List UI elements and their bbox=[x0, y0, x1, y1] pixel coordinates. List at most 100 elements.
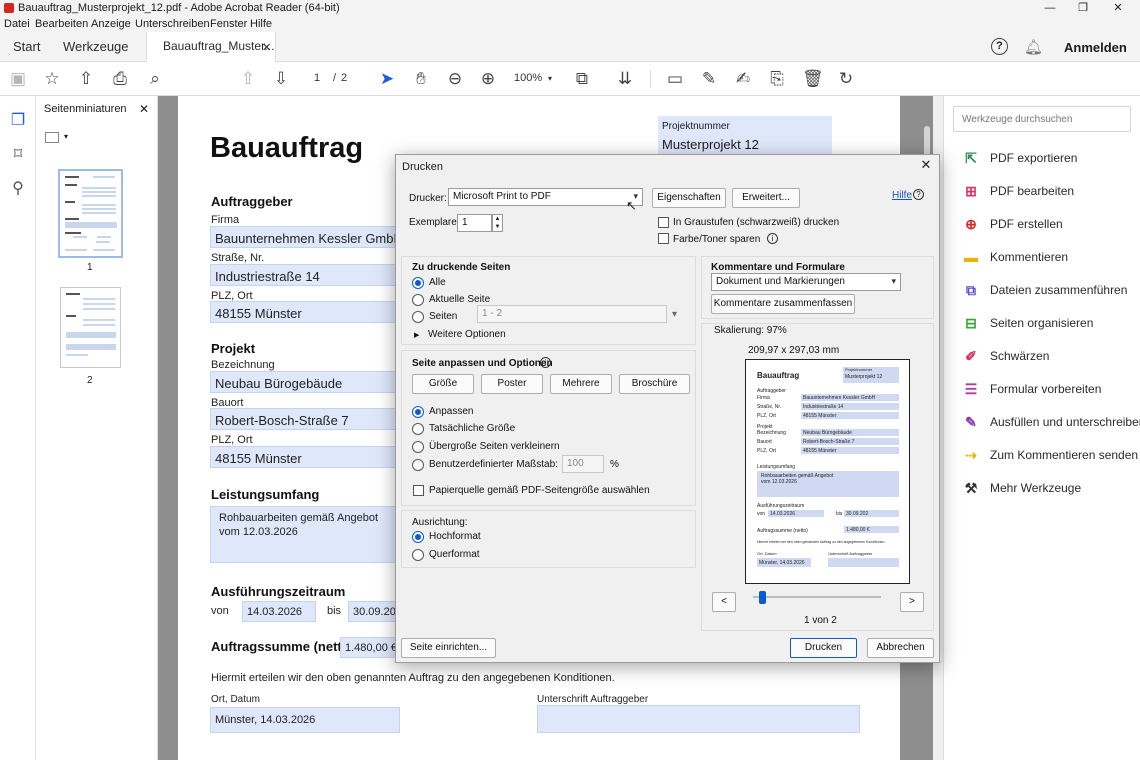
custom-scale-input[interactable]: 100 bbox=[562, 455, 604, 473]
expand-triangle-icon[interactable]: ▶ bbox=[414, 331, 419, 339]
hand-icon[interactable]: ✋︎ bbox=[411, 69, 431, 89]
radio-fit[interactable] bbox=[412, 406, 424, 418]
tool-schwaerzen[interactable]: ✐ Schwärzen bbox=[962, 346, 1140, 368]
delete-icon[interactable]: 🗑︎ bbox=[802, 69, 824, 89]
next-page-icon[interactable]: ⇩ bbox=[271, 69, 291, 89]
poster-button[interactable]: Poster bbox=[481, 374, 543, 394]
tool-formular-vorbereiten[interactable]: ☰ Formular vorbereiten bbox=[962, 379, 1140, 401]
tool-pdf-erstellen[interactable]: ⊕ PDF erstellen bbox=[962, 214, 1140, 236]
place-date-field[interactable]: Münster, 14.03.2026 bbox=[210, 707, 400, 733]
grayscale-checkbox[interactable] bbox=[658, 217, 669, 228]
fill-sign-icon[interactable]: ⎘ bbox=[767, 69, 787, 89]
radio-shrink[interactable] bbox=[412, 441, 424, 453]
radio-custom-scale[interactable] bbox=[412, 459, 424, 471]
select-cursor-icon[interactable]: ➤ bbox=[377, 69, 397, 89]
bookmark-icon[interactable]: ⌑ bbox=[8, 144, 28, 164]
next-page-button[interactable]: > bbox=[900, 592, 924, 612]
save-ink-checkbox[interactable] bbox=[658, 233, 669, 244]
radio-page-range[interactable] bbox=[412, 311, 424, 323]
signin-button[interactable]: Anmelden bbox=[1064, 40, 1127, 55]
maximize-button[interactable]: ❐ bbox=[1076, 1, 1090, 15]
thumbnail-options-icon[interactable] bbox=[45, 132, 59, 143]
tab-werkzeuge[interactable]: Werkzeuge bbox=[63, 39, 129, 54]
info-icon[interactable]: i bbox=[767, 233, 778, 244]
project-number-field[interactable]: Musterprojekt 12 bbox=[662, 137, 759, 152]
tool-kommentieren[interactable]: ▬ Kommentieren bbox=[962, 247, 1140, 269]
sign-icon[interactable]: ✍︎ bbox=[733, 69, 753, 89]
tool-zum-kommentieren-senden[interactable]: ⇢ Zum Kommentieren senden bbox=[962, 445, 1140, 467]
zoom-out-icon[interactable]: ⊖ bbox=[445, 69, 465, 89]
copies-stepper-icon[interactable]: ▲ ▼ bbox=[492, 214, 503, 232]
signature-field[interactable] bbox=[537, 705, 860, 733]
dialog-close-icon[interactable]: ✕ bbox=[919, 158, 933, 172]
minimize-button[interactable]: — bbox=[1043, 1, 1057, 15]
page-range-input[interactable]: 1 - 2 bbox=[477, 305, 667, 323]
preview-page-slider[interactable] bbox=[753, 596, 881, 598]
summarize-comments-button[interactable]: Kommentare zusammenfassen bbox=[711, 294, 855, 314]
tool-ausfuellen-unterschreiben[interactable]: ✎ Ausfüllen und unterschreiben bbox=[962, 412, 1140, 434]
radio-all-pages[interactable] bbox=[412, 277, 424, 289]
comment-icon[interactable]: ▭ bbox=[665, 69, 685, 89]
advanced-button[interactable]: Erweitert... bbox=[732, 188, 800, 208]
help-link[interactable]: Hilfe bbox=[892, 190, 912, 201]
sizing-info-icon[interactable]: i bbox=[540, 357, 551, 368]
radio-landscape[interactable] bbox=[412, 549, 424, 561]
highlight-pen-icon[interactable]: ✎ bbox=[699, 69, 719, 89]
page-setup-button[interactable]: Seite einrichten... bbox=[401, 638, 496, 658]
page-thumbnails-icon[interactable]: ❐ bbox=[8, 110, 28, 130]
street-field[interactable]: Industriestraße 14 bbox=[210, 264, 410, 286]
star-icon[interactable]: ☆ bbox=[42, 69, 62, 89]
menu-anzeige[interactable]: Anzeige bbox=[91, 18, 131, 30]
attachment-icon[interactable]: ⚲ bbox=[8, 178, 28, 198]
scroll-mode-icon[interactable]: ⇊ bbox=[615, 69, 635, 89]
print-button[interactable]: Drucken bbox=[790, 638, 857, 658]
previous-page-icon[interactable]: ⇧ bbox=[238, 69, 258, 89]
thumbnail-options-chevron-icon[interactable]: ▾ bbox=[64, 132, 68, 141]
thumbnail-page-1[interactable] bbox=[58, 169, 123, 258]
rotate-icon[interactable]: ↻ bbox=[836, 69, 856, 89]
tools-search-input[interactable]: Werkzeuge durchsuchen bbox=[953, 106, 1131, 132]
site-field[interactable]: Robert-Bosch-Straße 7 bbox=[210, 408, 410, 430]
menu-unterschreiben[interactable]: Unterschreiben bbox=[135, 18, 210, 30]
thumbnail-close-icon[interactable]: ✕ bbox=[139, 102, 149, 116]
tab-close-icon[interactable]: ✕ bbox=[262, 41, 271, 54]
radio-actual-size[interactable] bbox=[412, 423, 424, 435]
help-icon[interactable]: ? bbox=[991, 38, 1008, 55]
zoom-in-icon[interactable]: ⊕ bbox=[478, 69, 498, 89]
radio-current-page[interactable] bbox=[412, 294, 424, 306]
print-icon[interactable]: ⎙ bbox=[110, 69, 130, 89]
page-fit-icon[interactable]: ⧉ bbox=[572, 69, 592, 89]
tab-start[interactable]: Start bbox=[13, 39, 40, 54]
from-field[interactable]: 14.03.2026 bbox=[242, 601, 316, 622]
page-range-chevron-icon[interactable]: ▾ bbox=[672, 309, 677, 320]
help-circle-icon[interactable]: ? bbox=[913, 189, 924, 200]
page-current[interactable]: 1 bbox=[314, 72, 320, 84]
zoom-search-icon[interactable]: ⌕ bbox=[145, 69, 165, 89]
comments-select[interactable]: Dokument und Markierungen ▾ bbox=[711, 273, 901, 291]
save-icon[interactable]: ▣ bbox=[8, 69, 28, 89]
copies-input[interactable]: 1 bbox=[457, 214, 492, 232]
booklet-button[interactable]: Broschüre bbox=[619, 374, 690, 394]
designation-field[interactable]: Neubau Bürogebäude bbox=[210, 371, 410, 393]
previous-page-button[interactable]: < bbox=[712, 592, 736, 612]
menu-hilfe[interactable]: Hilfe bbox=[250, 18, 272, 30]
paper-source-checkbox[interactable] bbox=[413, 485, 424, 496]
zoom-level[interactable]: 100% bbox=[514, 72, 542, 84]
more-options-label[interactable]: Weitere Optionen bbox=[428, 329, 506, 340]
menu-datei[interactable]: Datei bbox=[4, 18, 30, 30]
tool-pdf-bearbeiten[interactable]: ⊞ PDF bearbeiten bbox=[962, 181, 1140, 203]
printer-select[interactable]: Microsoft Print to PDF ▾ bbox=[448, 188, 643, 206]
preview-slider-thumb[interactable] bbox=[759, 591, 766, 604]
menu-fenster[interactable]: Fenster bbox=[210, 18, 247, 30]
site-city-field[interactable]: 48155 Münster bbox=[210, 446, 410, 468]
city-field[interactable]: 48155 Münster bbox=[210, 301, 410, 323]
tool-seiten-organisieren[interactable]: ⊟ Seiten organisieren bbox=[962, 313, 1140, 335]
upload-icon[interactable]: ⇧ bbox=[76, 69, 96, 89]
multiple-button[interactable]: Mehrere bbox=[550, 374, 612, 394]
properties-button[interactable]: Eigenschaften bbox=[652, 188, 726, 208]
bell-icon[interactable]: 🔔︎ bbox=[1024, 38, 1043, 56]
radio-portrait[interactable] bbox=[412, 531, 424, 543]
close-window-button[interactable]: ✕ bbox=[1111, 1, 1125, 15]
size-button[interactable]: Größe bbox=[412, 374, 474, 394]
thumbnail-page-2[interactable] bbox=[60, 287, 121, 368]
